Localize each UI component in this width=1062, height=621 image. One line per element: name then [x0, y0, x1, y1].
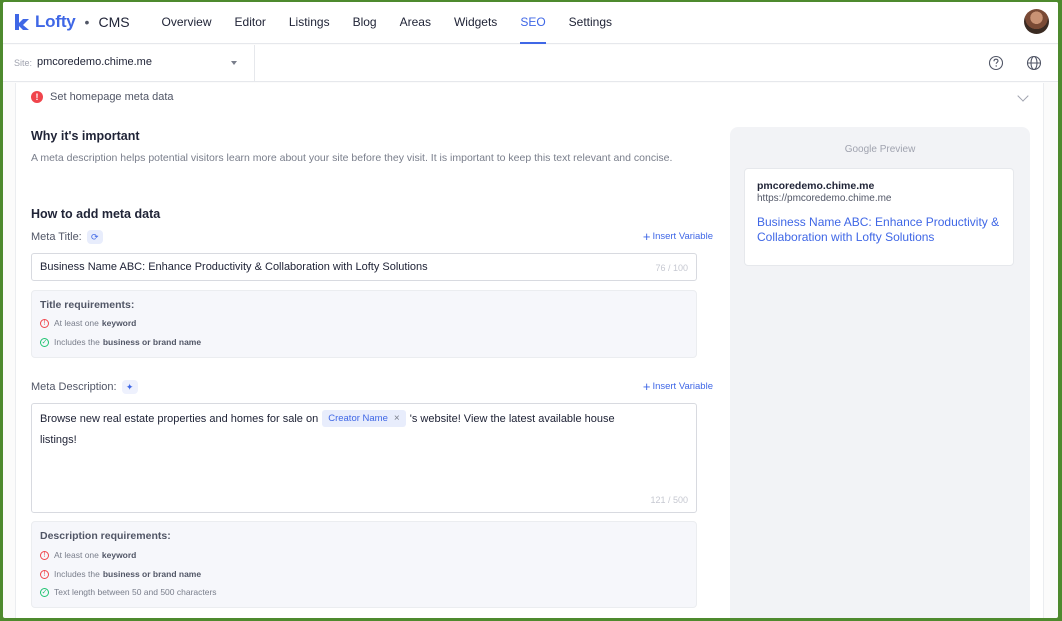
description-requirements: Description requirements: ! At least one…: [31, 521, 697, 608]
meta-description-textarea[interactable]: Browse new real estate properties and ho…: [31, 403, 697, 513]
insert-variable-button[interactable]: + Insert Variable: [642, 378, 713, 394]
description-requirements-heading: Description requirements:: [40, 530, 171, 542]
requirement-text: At least one: [54, 550, 99, 560]
nav-listings[interactable]: Listings: [277, 2, 341, 44]
top-navigation-bar: Lofty • CMS Overview Editor Listings Blo…: [3, 2, 1058, 44]
requirement-item: ✓ Text length between 50 and 500 charact…: [40, 587, 217, 597]
requirement-text: Text length between 50 and 500 character…: [54, 587, 217, 597]
description-line-1: Browse new real estate properties and ho…: [40, 410, 615, 427]
close-icon[interactable]: ×: [394, 413, 400, 424]
insert-variable-label: Insert Variable: [652, 381, 713, 392]
nav-settings[interactable]: Settings: [557, 2, 623, 44]
why-heading: Why it's important: [31, 129, 140, 143]
title-requirements: Title requirements: ! At least one keywo…: [31, 290, 697, 358]
preview-url: https://pmcoredemo.chime.me: [757, 193, 892, 204]
divider: [254, 45, 255, 81]
brand-name: Lofty: [35, 12, 76, 31]
accordion-header[interactable]: ! Set homepage meta data: [16, 83, 1043, 113]
help-circle-icon[interactable]: [987, 54, 1005, 72]
site-select[interactable]: pmcoredemo.chime.me: [37, 56, 152, 68]
product-name: CMS: [98, 14, 130, 30]
plus-icon: +: [642, 228, 651, 244]
ai-sparkle-icon[interactable]: ✦: [121, 380, 138, 394]
google-preview-panel: Google Preview pmcoredemo.chime.me https…: [730, 127, 1030, 618]
requirement-keyword: keyword: [101, 318, 137, 328]
nav-blog[interactable]: Blog: [341, 2, 388, 44]
ai-refresh-icon[interactable]: ⟳: [86, 230, 103, 244]
alert-icon: !: [31, 91, 43, 103]
nav-overview[interactable]: Overview: [150, 2, 223, 44]
globe-icon[interactable]: [1025, 54, 1043, 72]
google-preview-title: Google Preview: [844, 144, 916, 155]
requirement-keyword: business or brand name: [102, 569, 202, 579]
fail-icon: !: [40, 569, 49, 579]
fail-icon: !: [40, 318, 49, 328]
lofty-logo-icon: [15, 14, 29, 30]
meta-title-label: Meta Title: ⟳: [31, 230, 103, 244]
fail-icon: !: [40, 550, 49, 560]
brand-separator: •: [84, 14, 90, 30]
requirement-keyword: keyword: [101, 550, 137, 560]
chevron-down-icon[interactable]: [1017, 90, 1029, 102]
variable-tag-label: Creator Name: [328, 413, 388, 424]
accordion-title: Set homepage meta data: [50, 91, 174, 103]
meta-title-value: Business Name ABC: Enhance Productivity …: [40, 261, 428, 273]
nav-widgets[interactable]: Widgets: [442, 2, 508, 44]
meta-description-label: Meta Description: ✦: [31, 380, 138, 394]
requirement-item: ! At least one keyword: [40, 550, 136, 560]
description-line-2: listings!: [40, 434, 77, 446]
main-nav: Overview Editor Listings Blog Areas Widg…: [150, 2, 624, 44]
meta-description-label-text: Meta Description:: [31, 381, 117, 393]
requirement-item: ! At least one keyword: [40, 318, 136, 328]
nav-editor[interactable]: Editor: [223, 2, 277, 44]
description-text: Browse new real estate properties and ho…: [40, 412, 319, 425]
site-selector-bar: Site: pmcoredemo.chime.me: [3, 45, 1058, 82]
why-description: A meta description helps potential visit…: [31, 152, 673, 164]
check-icon: ✓: [40, 587, 49, 597]
google-preview-card: pmcoredemo.chime.me https://pmcoredemo.c…: [744, 168, 1014, 266]
chevron-down-icon[interactable]: [231, 61, 237, 65]
requirement-text: At least one: [54, 318, 99, 328]
description-text: 's website! View the latest available ho…: [409, 412, 615, 425]
preview-headline[interactable]: Business Name ABC: Enhance Productivity …: [757, 215, 1007, 244]
meta-title-label-text: Meta Title:: [31, 231, 82, 243]
requirement-text: Includes the: [54, 569, 100, 579]
meta-description-counter: 121 / 500: [650, 495, 688, 505]
plus-icon: +: [642, 378, 651, 394]
preview-site-name: pmcoredemo.chime.me: [757, 180, 875, 192]
check-icon: ✓: [40, 337, 49, 347]
seo-panel: ! Set homepage meta data Why it's import…: [15, 83, 1044, 618]
variable-tag[interactable]: Creator Name ×: [322, 410, 406, 427]
site-label: Site:: [14, 58, 33, 68]
requirement-text: Includes the: [54, 337, 100, 347]
insert-variable-label: Insert Variable: [652, 231, 713, 242]
title-requirements-heading: Title requirements:: [40, 299, 135, 311]
meta-title-input[interactable]: Business Name ABC: Enhance Productivity …: [31, 253, 697, 281]
meta-title-counter: 76 / 100: [655, 263, 688, 273]
logo[interactable]: Lofty • CMS: [14, 12, 130, 32]
requirement-item: ! Includes the business or brand name: [40, 569, 201, 579]
requirement-keyword: business or brand name: [102, 337, 202, 347]
nav-areas[interactable]: Areas: [388, 2, 442, 44]
how-heading: How to add meta data: [31, 207, 161, 221]
insert-variable-button[interactable]: + Insert Variable: [642, 228, 713, 244]
requirement-item: ✓ Includes the business or brand name: [40, 337, 201, 347]
user-avatar[interactable]: [1024, 9, 1049, 34]
nav-seo[interactable]: SEO: [509, 2, 557, 44]
app-window: Lofty • CMS Overview Editor Listings Blo…: [3, 2, 1058, 618]
